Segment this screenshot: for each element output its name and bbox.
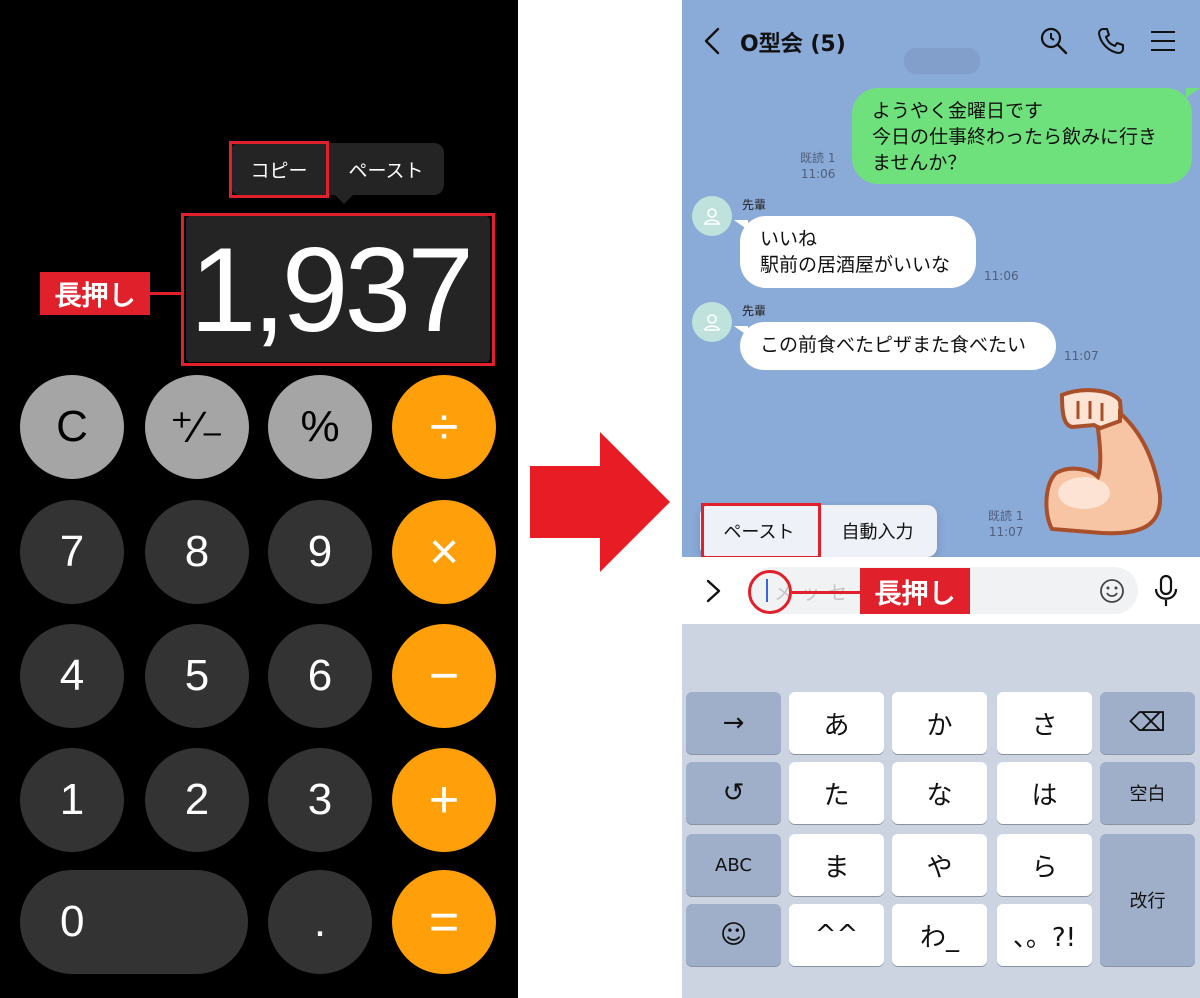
key-ま[interactable]: ま: [789, 834, 884, 896]
paste-highlight-box: [701, 503, 821, 559]
search-history-icon[interactable]: [1039, 26, 1069, 56]
key-decimal[interactable]: .: [268, 870, 372, 974]
message-line: 今日の仕事終わったら飲みに行き: [872, 126, 1158, 148]
key-た[interactable]: た: [789, 762, 884, 824]
key-percent[interactable]: %: [268, 375, 372, 479]
paste-menu-item[interactable]: ペースト: [328, 156, 444, 183]
user-icon: [704, 314, 720, 331]
bubble-tail: [734, 220, 748, 230]
key-equals[interactable]: =: [392, 870, 496, 974]
my-message-bubble[interactable]: ようやく金曜日です 今日の仕事終わったら飲みに行き ませんか？: [852, 88, 1192, 184]
flexed-biceps-sticker[interactable]: [1042, 385, 1182, 545]
key-わ_[interactable]: わ_: [892, 904, 987, 966]
key-emoji[interactable]: ☺: [686, 904, 781, 966]
long-press-annotation: 長押し: [40, 272, 150, 315]
chat-header: O型会 (5): [682, 0, 1200, 82]
timestamp: 11:07: [1064, 349, 1099, 363]
key-clear[interactable]: C: [20, 375, 124, 479]
message-line: この前食べたピザまた食べたい: [760, 334, 1027, 356]
chevron-right-icon[interactable]: [704, 577, 724, 605]
key-punctuation[interactable]: 、。?!: [997, 904, 1092, 966]
copy-highlight-box: [229, 141, 329, 198]
key-add[interactable]: +: [392, 748, 496, 852]
key-digit-9[interactable]: 9: [268, 500, 372, 604]
key-な[interactable]: な: [892, 762, 987, 824]
chat-title: O型会 (5): [740, 32, 846, 57]
key-delete[interactable]: ⌫: [1100, 692, 1195, 754]
key-divide[interactable]: ÷: [392, 375, 496, 479]
sender-name: 先輩: [742, 198, 767, 212]
read-receipt: 既読 1 11:07: [988, 508, 1023, 540]
key-plus-minus[interactable]: ⁺∕₋: [145, 375, 249, 479]
timestamp: 11:06: [800, 167, 836, 181]
key-digit-8[interactable]: 8: [145, 500, 249, 604]
key-ら[interactable]: ら: [997, 834, 1092, 896]
key-digit-4[interactable]: 4: [20, 624, 124, 728]
line-chat-app: O型会 (5) 既読 1 11:06 ようやく金曜日です 今日の仕事終わったら飲…: [682, 0, 1200, 998]
key-digit-1[interactable]: 1: [20, 748, 124, 852]
read-label: 既読 1: [988, 509, 1024, 523]
key-undo[interactable]: ↺: [686, 762, 781, 824]
annotation-connector: [150, 292, 183, 295]
user-icon: [704, 208, 720, 225]
key-digit-2[interactable]: 2: [145, 748, 249, 852]
avatar[interactable]: [692, 302, 732, 342]
display-highlight-box: [181, 213, 495, 366]
caret-highlight-circle: [748, 570, 792, 614]
read-receipt: 既読 1 11:06: [800, 150, 835, 182]
key-あ[interactable]: あ: [789, 692, 884, 754]
timestamp: 11:07: [988, 525, 1024, 539]
key-digit-3[interactable]: 3: [268, 748, 372, 852]
phone-icon[interactable]: [1096, 26, 1126, 56]
message-line: いいね: [760, 228, 818, 250]
menu-icon[interactable]: [1148, 26, 1178, 56]
back-icon[interactable]: [700, 26, 724, 56]
key-は[interactable]: は: [997, 762, 1092, 824]
key-digit-7[interactable]: 7: [20, 500, 124, 604]
message-line: ませんか？: [872, 152, 967, 174]
key-kaomoji[interactable]: ^^: [789, 904, 884, 966]
autofill-menu-item[interactable]: 自動入力: [818, 518, 937, 544]
long-press-annotation: 長押し: [860, 568, 970, 614]
key-か[interactable]: か: [892, 692, 987, 754]
key-subtract[interactable]: −: [392, 624, 496, 728]
read-label: 既読 1: [800, 151, 836, 165]
bubble-tail: [1186, 88, 1200, 98]
key-next-arrow[interactable]: →: [686, 692, 781, 754]
their-message-bubble[interactable]: この前食べたピザまた食べたい: [740, 322, 1056, 370]
key-space[interactable]: 空白: [1100, 762, 1195, 824]
key-abc[interactable]: ABC: [686, 834, 781, 896]
their-message-bubble[interactable]: いいね 駅前の居酒屋がいいな: [740, 216, 976, 288]
key-digit-6[interactable]: 6: [268, 624, 372, 728]
calculator-app: コピー ペースト 1,937 長押し C ⁺∕₋% ÷ 7 8 9 × 4 5 6−1 2 3 +0. =: [0, 0, 518, 998]
emoji-icon[interactable]: [1098, 577, 1126, 605]
key-digit-0[interactable]: 0: [20, 870, 248, 974]
microphone-icon[interactable]: [1152, 574, 1180, 608]
bubble-tail: [734, 326, 748, 336]
timestamp: 11:06: [984, 269, 1019, 283]
annotation-connector: [792, 591, 862, 594]
key-digit-5[interactable]: 5: [145, 624, 249, 728]
key-さ[interactable]: さ: [997, 692, 1092, 754]
key-や[interactable]: や: [892, 834, 987, 896]
key-multiply[interactable]: ×: [392, 500, 496, 604]
avatar[interactable]: [692, 196, 732, 236]
message-line: 駅前の居酒屋がいいな: [760, 254, 951, 276]
right-arrow-icon: [530, 432, 670, 572]
message-line: ようやく金曜日です: [872, 100, 1044, 122]
sender-name: 先輩: [742, 304, 767, 318]
kana-keyboard: → あかさ ⌫ ↺ たなは空白 ABC まやら改行 ☺ ^^ わ_、。?!: [682, 624, 1200, 998]
key-return[interactable]: 改行: [1100, 834, 1195, 966]
